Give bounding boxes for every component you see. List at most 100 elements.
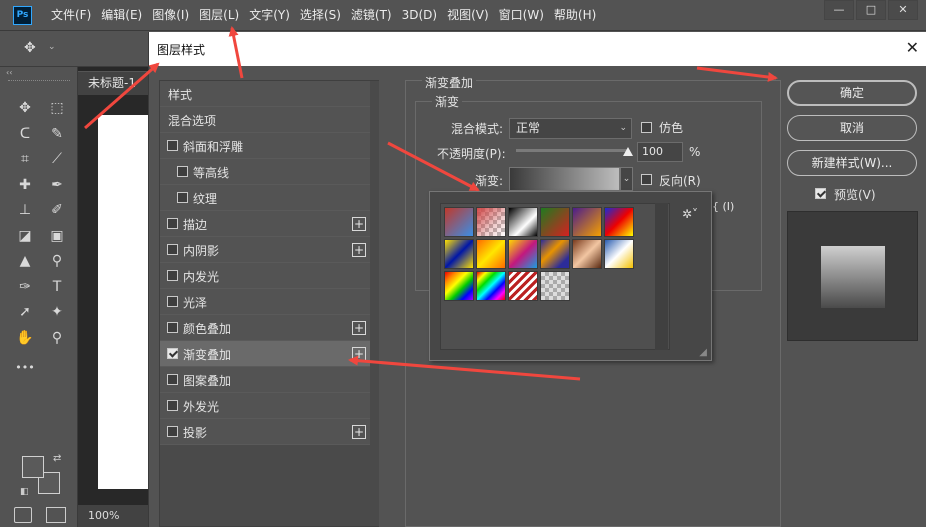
gradient-tool-icon[interactable]: ▣ xyxy=(46,225,68,247)
gear-icon[interactable]: ✲˅ xyxy=(682,207,698,221)
style-item[interactable]: 内阴影 + xyxy=(160,237,370,263)
gradient-preset-swatch[interactable] xyxy=(476,239,506,269)
menu-file[interactable]: 文件(F) xyxy=(46,0,96,31)
preview-checkbox[interactable] xyxy=(815,188,826,199)
style-item[interactable]: 渐变叠加 + xyxy=(160,341,370,367)
blur-icon[interactable]: ▲ xyxy=(14,250,36,272)
style-checkbox[interactable] xyxy=(167,374,178,385)
dialog-titlebar[interactable]: 图层样式 ✕ xyxy=(149,32,926,66)
style-checkbox[interactable] xyxy=(167,348,178,359)
chevron-down-icon[interactable]: ⌄ xyxy=(48,42,56,52)
foreground-color[interactable] xyxy=(22,456,44,478)
gradient-preset-swatch[interactable] xyxy=(540,271,570,301)
add-effect-icon[interactable]: + xyxy=(352,217,366,231)
path-select-icon[interactable]: ➚ xyxy=(14,301,36,323)
more-tools-icon[interactable]: ••• xyxy=(14,357,36,379)
style-checkbox[interactable] xyxy=(167,296,178,307)
add-effect-icon[interactable]: + xyxy=(352,321,366,335)
add-effect-icon[interactable]: + xyxy=(352,243,366,257)
hand-icon[interactable]: ✋ xyxy=(14,327,36,349)
style-checkbox[interactable] xyxy=(167,400,178,411)
healing-icon[interactable]: ✚ xyxy=(14,174,36,196)
menu-edit[interactable]: 编辑(E) xyxy=(96,0,147,31)
style-checkbox[interactable] xyxy=(177,192,188,203)
minimize-icon[interactable]: — xyxy=(824,0,854,20)
style-item[interactable]: 描边 + xyxy=(160,211,370,237)
close-window-icon[interactable]: ✕ xyxy=(888,0,918,20)
list-scrollbar[interactable] xyxy=(372,81,379,526)
style-checkbox[interactable] xyxy=(167,244,178,255)
gradient-preset-swatch[interactable] xyxy=(508,271,538,301)
dither-checkbox[interactable] xyxy=(641,122,652,133)
style-item[interactable]: 混合选项 xyxy=(160,107,370,133)
screen-mode-icon[interactable] xyxy=(46,507,66,523)
add-effect-icon[interactable]: + xyxy=(352,347,366,361)
gradient-preset-swatch[interactable] xyxy=(508,239,538,269)
gradient-preset-swatch[interactable] xyxy=(476,271,506,301)
style-checkbox[interactable] xyxy=(167,218,178,229)
gradient-preset-swatch[interactable] xyxy=(604,207,634,237)
blend-mode-select[interactable]: 正常 ⌄ xyxy=(509,118,632,139)
quick-select-icon[interactable]: ✎ xyxy=(46,123,68,145)
eyedropper-icon[interactable]: ⟋ xyxy=(46,148,68,170)
style-checkbox[interactable] xyxy=(167,270,178,281)
style-checkbox[interactable] xyxy=(167,322,178,333)
picker-scrollbar[interactable] xyxy=(655,203,668,350)
collapse-panel-icon[interactable]: ‹‹ xyxy=(6,68,12,77)
marquee-icon[interactable]: ⬚ xyxy=(46,97,68,119)
move-icon[interactable]: ✥ xyxy=(14,97,36,119)
menu-help[interactable]: 帮助(H) xyxy=(549,0,601,31)
panel-grip[interactable] xyxy=(8,80,70,84)
opacity-slider-track[interactable] xyxy=(516,149,628,152)
style-item[interactable]: 纹理 xyxy=(160,185,370,211)
style-item[interactable]: 内发光 xyxy=(160,263,370,289)
gradient-preset-swatch[interactable] xyxy=(604,239,634,269)
shape-icon[interactable]: ✦ xyxy=(46,301,68,323)
menu-filter[interactable]: 滤镜(T) xyxy=(346,0,397,31)
opacity-slider-thumb[interactable] xyxy=(623,147,633,156)
gradient-preset-swatch[interactable] xyxy=(444,239,474,269)
menu-view[interactable]: 视图(V) xyxy=(442,0,494,31)
menu-window[interactable]: 窗口(W) xyxy=(494,0,549,31)
style-item[interactable]: 外发光 xyxy=(160,393,370,419)
style-item[interactable]: 图案叠加 xyxy=(160,367,370,393)
style-checkbox[interactable] xyxy=(167,140,178,151)
style-checkbox[interactable] xyxy=(167,426,178,437)
default-colors-icon[interactable]: ◧ xyxy=(20,487,29,497)
eraser-icon[interactable]: ◪ xyxy=(14,225,36,247)
close-icon[interactable]: ✕ xyxy=(906,38,919,57)
gradient-preset-swatch[interactable] xyxy=(444,271,474,301)
gradient-preset-swatch[interactable] xyxy=(540,207,570,237)
gradient-preset-swatch[interactable] xyxy=(444,207,474,237)
resize-grip-icon[interactable]: ◢ xyxy=(699,347,707,358)
style-item[interactable]: 样式 xyxy=(160,81,370,107)
opacity-input[interactable]: 100 xyxy=(637,142,683,162)
style-item[interactable]: 斜面和浮雕 xyxy=(160,133,370,159)
gradient-preset-swatch[interactable] xyxy=(508,207,538,237)
pen-icon[interactable]: ✑ xyxy=(14,276,36,298)
new-style-button[interactable]: 新建样式(W)... xyxy=(787,150,917,176)
style-item[interactable]: 投影 + xyxy=(160,419,370,445)
menu-type[interactable]: 文字(Y) xyxy=(244,0,295,31)
style-item[interactable]: 等高线 xyxy=(160,159,370,185)
crop-icon[interactable]: ⌗ xyxy=(14,148,36,170)
gradient-dropdown-icon[interactable]: ⌄ xyxy=(620,167,633,191)
lasso-icon[interactable]: ᑕ xyxy=(14,123,36,145)
gradient-preset-swatch[interactable] xyxy=(572,207,602,237)
brush-icon[interactable]: ✒ xyxy=(46,174,68,196)
maximize-icon[interactable]: □ xyxy=(856,0,886,20)
style-checkbox[interactable] xyxy=(177,166,188,177)
add-effect-icon[interactable]: + xyxy=(352,425,366,439)
cancel-button[interactable]: 取消 xyxy=(787,115,917,141)
gradient-preset-swatch[interactable] xyxy=(572,239,602,269)
menu-image[interactable]: 图像(I) xyxy=(147,0,194,31)
reverse-checkbox[interactable] xyxy=(641,174,652,185)
dodge-icon[interactable]: ⚲ xyxy=(46,250,68,272)
style-item[interactable]: 颜色叠加 + xyxy=(160,315,370,341)
quick-mask-icon[interactable] xyxy=(14,507,32,523)
stamp-icon[interactable]: ⊥ xyxy=(14,199,36,221)
move-icon[interactable]: ✥ xyxy=(24,40,36,56)
ok-button[interactable]: 确定 xyxy=(787,80,917,106)
gradient-preset-swatch[interactable] xyxy=(540,239,570,269)
style-item[interactable]: 光泽 xyxy=(160,289,370,315)
